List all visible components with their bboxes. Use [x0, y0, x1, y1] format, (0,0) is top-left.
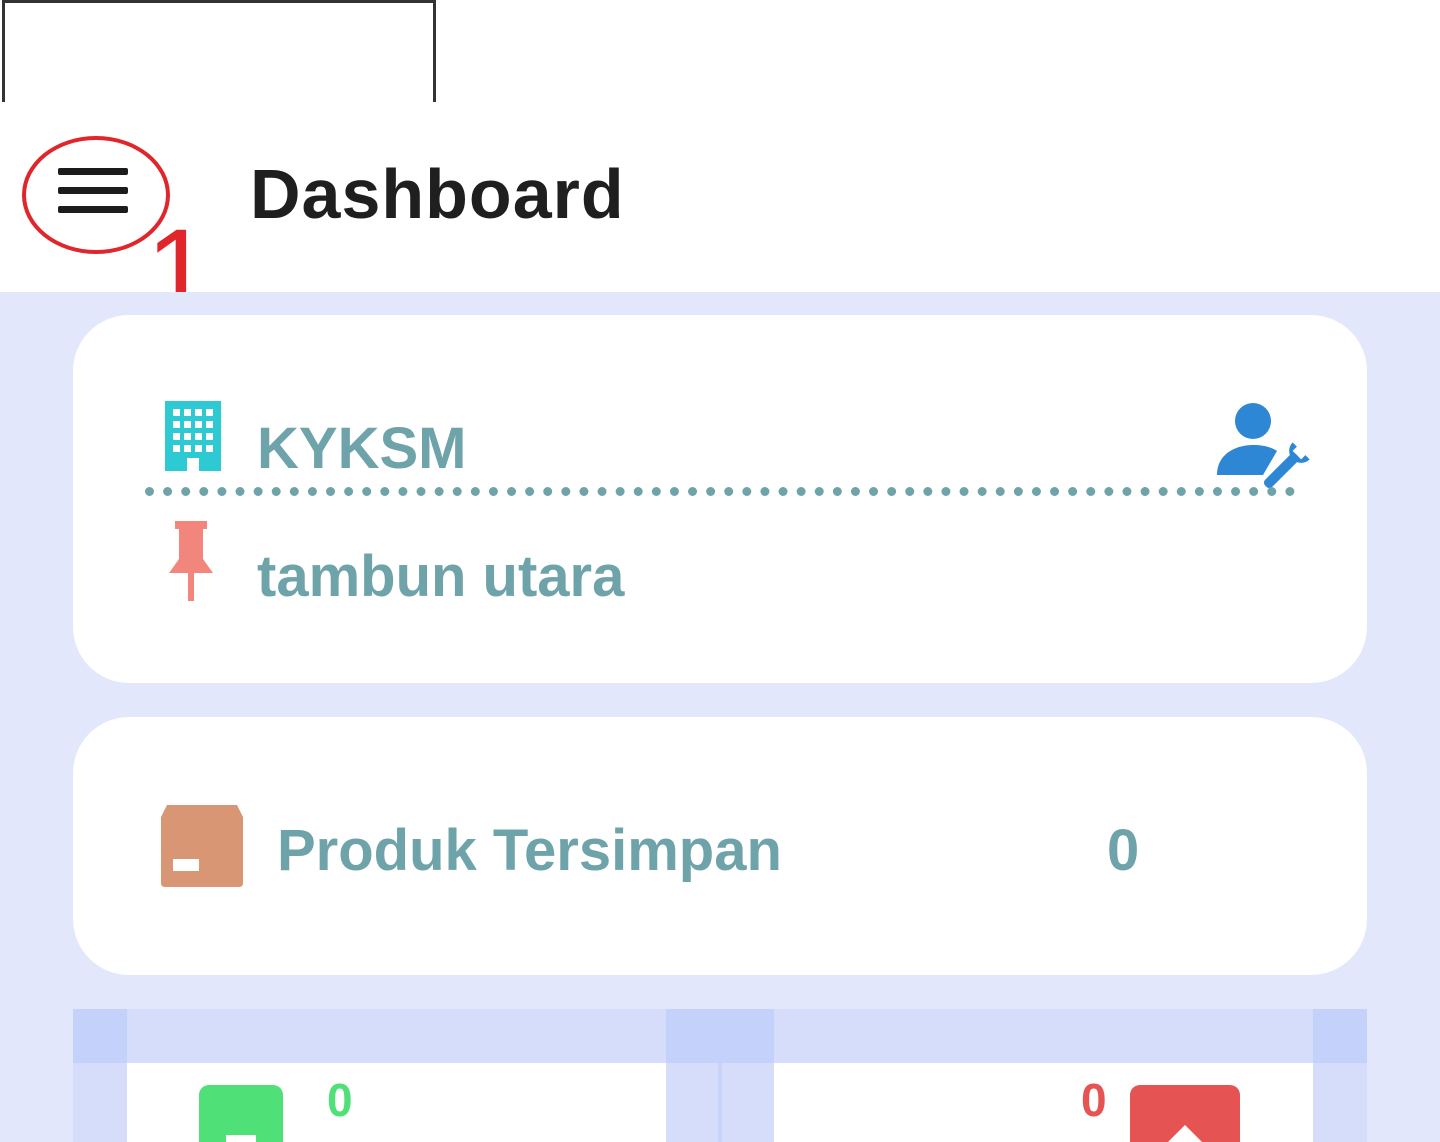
summary-grid: 0 0 — [73, 1009, 1367, 1142]
top-frame — [2, 0, 436, 102]
store-location: tambun utara — [257, 544, 625, 609]
stock-out-count: 0 — [1081, 1074, 1107, 1126]
box-icon — [161, 805, 243, 887]
user-wrench-icon[interactable] — [1213, 401, 1319, 495]
dashboard-content: KYKSM tambun utara Produk Tersimpan 0 0 … — [0, 292, 1440, 1142]
stored-products-card[interactable]: Produk Tersimpan 0 — [73, 717, 1367, 975]
store-info-card: KYKSM tambun utara — [73, 315, 1367, 683]
plus-square-icon[interactable] — [199, 1085, 283, 1142]
stock-in-count: 0 — [327, 1074, 353, 1126]
page-title: Dashboard — [250, 155, 625, 233]
divider — [145, 487, 1295, 496]
app-screen: 1 Dashboard KYKSM tambun utara Produk Te… — [0, 0, 1440, 1142]
app-header: 1 Dashboard — [0, 102, 1440, 330]
stored-products-label: Produk Tersimpan — [277, 818, 782, 883]
pushpin-icon — [169, 521, 213, 601]
store-name: KYKSM — [257, 416, 467, 481]
stored-products-count: 0 — [1107, 818, 1140, 883]
arrow-up-icon[interactable] — [1130, 1085, 1240, 1142]
building-icon — [165, 401, 221, 471]
